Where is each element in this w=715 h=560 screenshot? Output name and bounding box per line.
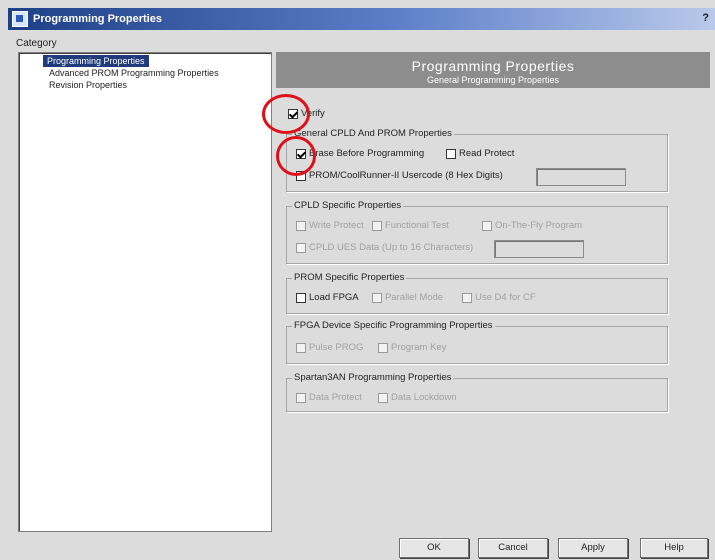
write-protect-label: Write Protect: [309, 220, 364, 231]
data-lockdown-option[interactable]: Data Lockdown: [378, 392, 456, 403]
category-tree[interactable]: Programming Properties Advanced PROM Pro…: [18, 52, 272, 532]
general-group-title: General CPLD And PROM Properties: [292, 128, 454, 139]
load-fpga-option[interactable]: Load FPGA: [296, 292, 359, 303]
verify-highlight-circle: [262, 94, 310, 134]
on-the-fly-option[interactable]: On-The-Fly Program: [482, 220, 582, 231]
help-question-icon[interactable]: ?: [702, 12, 709, 24]
app-icon: [12, 11, 28, 27]
erase-label: Erase Before Programming: [309, 148, 425, 159]
read-protect-label: Read Protect: [459, 148, 515, 159]
parallel-mode-label: Parallel Mode: [385, 292, 444, 303]
data-protect-label: Data Protect: [309, 392, 362, 403]
use-d4-checkbox[interactable]: [462, 292, 472, 303]
functional-test-label: Functional Test: [385, 220, 449, 231]
data-protect-option[interactable]: Data Protect: [296, 392, 362, 403]
ues-label: CPLD UES Data (Up to 16 Characters): [309, 242, 474, 253]
functional-test-option[interactable]: Functional Test: [372, 220, 449, 231]
erase-highlight-circle: [276, 136, 316, 176]
on-the-fly-checkbox[interactable]: [482, 220, 492, 231]
fpga-group-title: FPGA Device Specific Programming Propert…: [292, 320, 495, 331]
usercode-option[interactable]: PROM/CoolRunner-II Usercode (8 Hex Digit…: [296, 170, 503, 181]
load-fpga-checkbox[interactable]: [296, 292, 306, 303]
window-title: Programming Properties: [33, 13, 162, 25]
on-the-fly-label: On-The-Fly Program: [495, 220, 583, 231]
ues-checkbox[interactable]: [296, 242, 306, 253]
load-fpga-label: Load FPGA: [309, 292, 359, 303]
parallel-mode-checkbox[interactable]: [372, 292, 382, 303]
cpld-properties-group: CPLD Specific Properties: [286, 200, 668, 264]
program-key-checkbox[interactable]: [378, 342, 388, 353]
use-d4-label: Use D4 for CF: [475, 292, 536, 303]
functional-test-checkbox[interactable]: [372, 220, 382, 231]
ues-option[interactable]: CPLD UES Data (Up to 16 Characters): [296, 242, 473, 253]
category-label: Category: [16, 38, 57, 49]
help-button[interactable]: Help: [640, 538, 708, 558]
parallel-mode-option[interactable]: Parallel Mode: [372, 292, 443, 303]
pulse-prog-checkbox[interactable]: [296, 342, 306, 353]
spartan-group-title: Spartan3AN Programming Properties: [292, 372, 454, 383]
page-title: Programming Properties: [411, 58, 575, 74]
write-protect-option[interactable]: Write Protect: [296, 220, 364, 231]
usercode-input[interactable]: [536, 168, 626, 186]
program-key-label: Program Key: [391, 342, 447, 353]
tree-item-advanced-prom[interactable]: Advanced PROM Programming Properties: [49, 67, 219, 79]
properties-header: Programming Properties General Programmi…: [276, 52, 710, 88]
ok-button[interactable]: OK: [399, 538, 469, 558]
ues-input[interactable]: [494, 240, 584, 258]
program-key-option[interactable]: Program Key: [378, 342, 446, 353]
write-protect-checkbox[interactable]: [296, 220, 306, 231]
page-subtitle: General Programming Properties: [426, 75, 560, 85]
data-protect-checkbox[interactable]: [296, 392, 306, 403]
cancel-button[interactable]: Cancel: [478, 538, 548, 558]
apply-button[interactable]: Apply: [558, 538, 628, 558]
tree-item-revision-properties[interactable]: Revision Properties: [49, 79, 127, 91]
pulse-prog-option[interactable]: Pulse PROG: [296, 342, 363, 353]
read-protect-checkbox[interactable]: [446, 148, 456, 159]
usercode-label: PROM/CoolRunner-II Usercode (8 Hex Digit…: [309, 170, 503, 181]
prom-group-title: PROM Specific Properties: [292, 272, 407, 283]
data-lockdown-label: Data Lockdown: [391, 392, 457, 403]
title-bar[interactable]: Programming Properties ?: [8, 8, 715, 30]
tree-item-programming-properties[interactable]: Programming Properties: [43, 55, 149, 67]
read-protect-option[interactable]: Read Protect: [446, 148, 514, 159]
use-d4-option[interactable]: Use D4 for CF: [462, 292, 536, 303]
cpld-group-title: CPLD Specific Properties: [292, 200, 404, 211]
pulse-prog-label: Pulse PROG: [309, 342, 364, 353]
data-lockdown-checkbox[interactable]: [378, 392, 388, 403]
